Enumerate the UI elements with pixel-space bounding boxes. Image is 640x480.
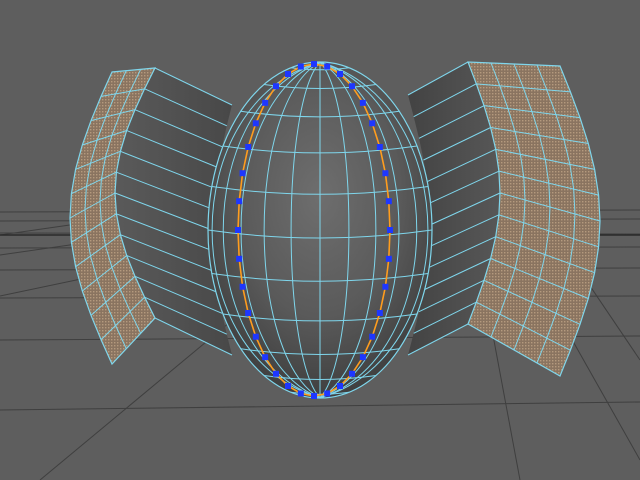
vertex-handle[interactable]: [245, 144, 252, 150]
vertex-handle[interactable]: [369, 333, 376, 340]
vertex-handle[interactable]: [324, 390, 331, 397]
vertex-handle[interactable]: [311, 61, 317, 67]
vertex-handle[interactable]: [236, 255, 243, 262]
vertex-handle[interactable]: [349, 83, 355, 90]
vertex-handle[interactable]: [349, 370, 355, 377]
vertex-handle[interactable]: [385, 198, 392, 205]
vertex-handle[interactable]: [262, 99, 269, 106]
vertex-handle[interactable]: [297, 63, 304, 70]
vertex-handle[interactable]: [359, 354, 366, 361]
vertex-handle[interactable]: [239, 283, 246, 290]
vertex-handle[interactable]: [285, 382, 292, 389]
vertex-handle[interactable]: [236, 198, 243, 205]
vertex-handle[interactable]: [387, 227, 393, 233]
vertex-handle[interactable]: [245, 310, 252, 316]
vertex-handle[interactable]: [376, 144, 383, 150]
vertex-handle[interactable]: [376, 310, 383, 316]
sphere-mesh[interactable]: [207, 61, 433, 399]
vertex-handle[interactable]: [311, 393, 317, 399]
vertex-handle[interactable]: [273, 83, 279, 90]
vertex-handle[interactable]: [324, 63, 331, 70]
vertex-handle[interactable]: [382, 283, 389, 290]
vertex-handle[interactable]: [239, 170, 246, 177]
vertex-handle[interactable]: [369, 120, 376, 127]
vertex-handle[interactable]: [359, 99, 366, 106]
vertex-handle[interactable]: [336, 382, 343, 389]
vertex-handle[interactable]: [382, 170, 389, 177]
vertex-handle[interactable]: [297, 390, 304, 397]
maya-viewport[interactable]: [0, 0, 640, 480]
vertex-handle[interactable]: [252, 333, 259, 340]
vertex-handle[interactable]: [385, 255, 392, 262]
viewport-scene[interactable]: [0, 0, 640, 480]
vertex-handle[interactable]: [273, 370, 279, 377]
vertex-handle[interactable]: [262, 354, 269, 361]
vertex-handle[interactable]: [285, 71, 292, 78]
vertex-handle[interactable]: [252, 120, 259, 127]
vertex-handle[interactable]: [235, 227, 241, 233]
vertex-handle[interactable]: [336, 71, 343, 78]
